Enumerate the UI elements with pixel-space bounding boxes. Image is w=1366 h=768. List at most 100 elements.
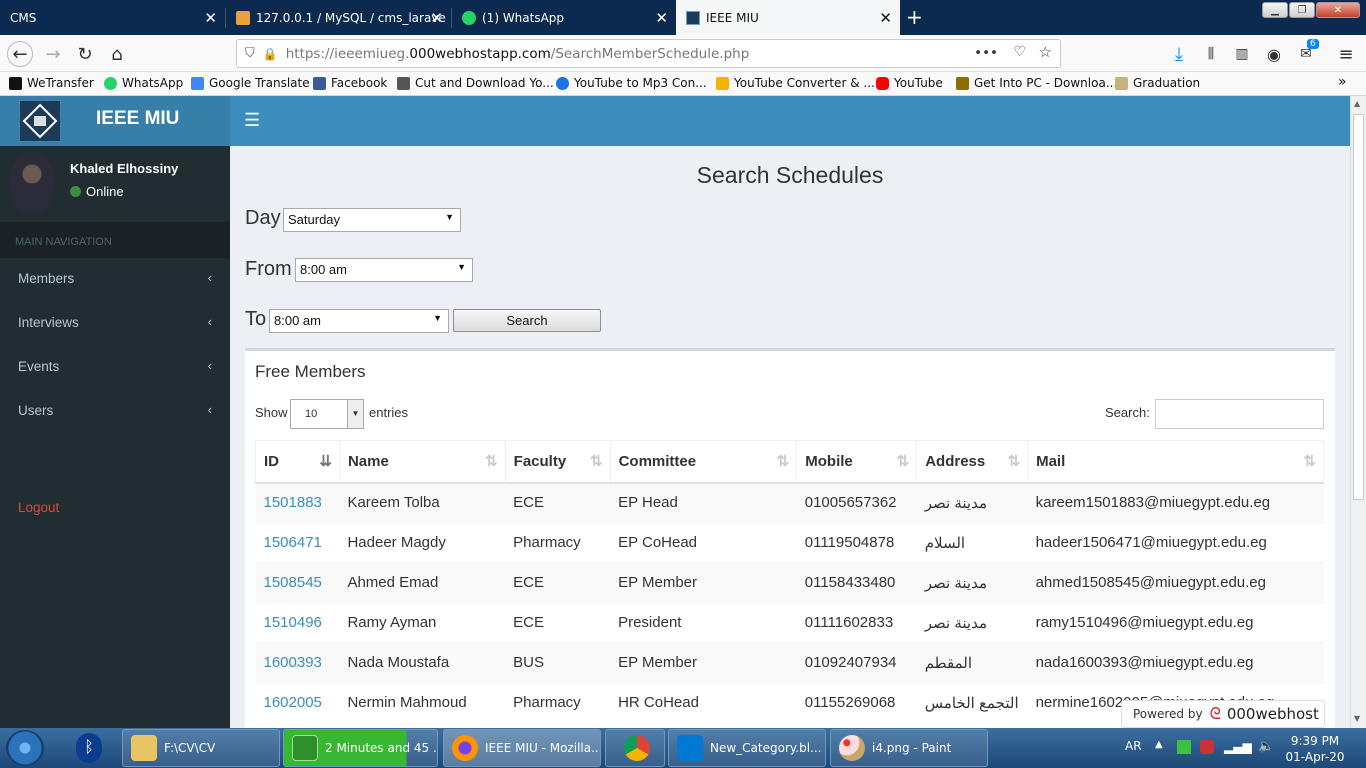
member-id-link[interactable]: 1508545 (255, 562, 340, 603)
bluetooth-icon[interactable]: ᛒ (76, 733, 102, 763)
close-tab-icon[interactable]: ✕ (879, 9, 892, 27)
table-search-label: Search: (1105, 405, 1150, 420)
cell-committee: EP Member (610, 562, 797, 603)
bookmark-youtube-mp3[interactable]: YouTube to Mp3 Con... (556, 76, 707, 90)
page-scrollbar[interactable]: ▲ ▼ (1350, 96, 1366, 728)
restore-icon[interactable]: ❐ (1289, 2, 1315, 18)
reload-icon[interactable]: ↻ (72, 41, 98, 67)
facebook-icon (313, 76, 326, 90)
sidebar-item-events[interactable]: Events ‹ (0, 346, 230, 390)
logo-area: IEEE MIU (0, 96, 230, 146)
bookmarks-overflow-icon[interactable]: » (1338, 74, 1347, 90)
forward-icon[interactable]: → (40, 41, 66, 67)
pocket-icon[interactable]: ♡ (1013, 44, 1026, 60)
webhost-brand: 000webhost (1226, 705, 1319, 723)
column-header-mobile[interactable]: Mobile ⇅ (796, 440, 918, 484)
cell-faculty: Pharmacy (505, 682, 611, 723)
bookmark-wetransfer[interactable]: WeTransfer (9, 76, 94, 90)
column-header-mail[interactable]: Mail ⇅ (1027, 440, 1324, 484)
sidebar: IEEE MIU Khaled Elhossiny Online MAIN NA… (0, 96, 230, 728)
ieee-logo-icon[interactable] (19, 100, 61, 142)
close-window-icon[interactable]: ✕ (1316, 2, 1360, 18)
tab-cms[interactable]: CMS ✕ (0, 0, 225, 35)
scroll-down-icon[interactable]: ▼ (1354, 714, 1360, 723)
start-button-icon[interactable] (6, 730, 44, 766)
member-id-link[interactable]: 1600393 (255, 642, 340, 683)
taskbar-item-explorer[interactable]: F:\CV\CV (122, 729, 280, 767)
library-icon[interactable]: ⫼ (1198, 41, 1224, 67)
search-button[interactable]: Search (453, 309, 601, 332)
language-indicator[interactable]: AR (1125, 739, 1142, 753)
powered-by-badge[interactable]: Powered by ᘓ 000webhost (1121, 700, 1325, 728)
bookmark-folder-graduation[interactable]: Graduation (1115, 76, 1200, 90)
column-label: ID (264, 452, 279, 470)
bookmark-youtube[interactable]: YouTube (876, 76, 943, 90)
sidebar-item-members[interactable]: Members ‹ (0, 258, 230, 302)
sidebar-icon[interactable]: ▥ (1229, 41, 1255, 67)
scrollbar-thumb[interactable] (1353, 114, 1364, 500)
bookmark-label: YouTube (894, 76, 943, 90)
day-select[interactable]: Saturday ▼ (283, 208, 461, 232)
bookmark-label: WhatsApp (122, 76, 184, 90)
cell-mail: kareem1501883@miuegypt.edu.eg (1027, 482, 1324, 523)
taskbar-item-firefox[interactable]: IEEE MIU - Mozilla... (443, 729, 601, 767)
bookmark-google-translate[interactable]: Google Translate (191, 76, 310, 90)
volume-icon[interactable]: 🔈 (1258, 739, 1274, 754)
brand-name[interactable]: IEEE MIU (96, 108, 179, 130)
bookmark-whatsapp[interactable]: WhatsApp (104, 76, 183, 90)
firefox-icon (452, 735, 478, 761)
home-icon[interactable]: ⌂ (104, 41, 130, 67)
taskbar-item-chrome[interactable] (605, 729, 665, 767)
taskbar-item-progress[interactable]: 2 Minutes and 45 ... (283, 729, 438, 767)
taskbar-item-vscode[interactable]: New_Category.bl... (668, 729, 826, 767)
page-actions-icon[interactable]: ••• (974, 45, 998, 61)
back-icon[interactable]: ← (7, 41, 33, 67)
taskbar-item-paint[interactable]: i4.png - Paint (830, 729, 988, 767)
user-panel: Khaled Elhossiny Online (0, 146, 230, 222)
menu-icon[interactable]: ≡ (1333, 41, 1359, 67)
column-header-address[interactable]: Address ⇅ (916, 440, 1029, 484)
minimize-icon[interactable]: ▁ (1262, 2, 1288, 18)
sidebar-item-label: Events (18, 359, 60, 374)
close-tab-icon[interactable]: ✕ (655, 9, 668, 27)
tray-security-icon[interactable] (1200, 740, 1214, 754)
sidebar-item-users[interactable]: Users ‹ (0, 390, 230, 434)
taskbar-item-label: New_Category.bl... (710, 741, 822, 755)
tab-ieee-miu[interactable]: IEEE MIU ✕ (676, 0, 900, 35)
to-select[interactable]: 8:00 am ▼ (269, 309, 449, 333)
member-id-link[interactable]: 1506471 (255, 522, 340, 563)
bookmark-youtube-converter[interactable]: YouTube Converter & ... (716, 76, 875, 90)
clock[interactable]: 9:39 PM 01-Apr-20 (1285, 733, 1345, 765)
bookmark-label: Get Into PC - Downloa... (974, 76, 1118, 90)
column-header-faculty[interactable]: Faculty ⇅ (504, 440, 611, 484)
member-id-link[interactable]: 1501883 (255, 482, 340, 523)
account-icon[interactable]: ◉ (1261, 41, 1287, 67)
show-hidden-icons-icon[interactable]: ▲ (1155, 739, 1163, 750)
logout-link[interactable]: Logout (18, 500, 59, 515)
address-bar[interactable]: ⛉ 🔒 https://ieeemiueg. 000webhostapp.com /… (236, 39, 1061, 68)
close-tab-icon[interactable]: ✕ (204, 9, 217, 27)
page-length-select[interactable]: 10 ▼ (290, 399, 364, 429)
bookmark-getintopc[interactable]: Get Into PC - Downloa... (956, 76, 1117, 90)
bookmark-cut-download[interactable]: Cut and Download Yo... (397, 76, 554, 90)
bookmark-star-icon[interactable]: ☆ (1039, 43, 1052, 61)
column-header-id[interactable]: ID ⇊ (255, 440, 340, 484)
column-header-committee[interactable]: Committee ⇅ (609, 440, 798, 484)
new-tab-icon[interactable]: + (906, 5, 923, 29)
member-id-link[interactable]: 1602005 (255, 682, 340, 723)
sidebar-toggle-icon[interactable]: ☰ (244, 110, 260, 131)
sidebar-item-interviews[interactable]: Interviews ‹ (0, 302, 230, 346)
scroll-up-icon[interactable]: ▲ (1354, 99, 1360, 108)
from-select[interactable]: 8:00 am ▼ (295, 258, 473, 282)
member-id-link[interactable]: 1510496 (255, 602, 340, 643)
bookmark-facebook[interactable]: Facebook (313, 76, 387, 90)
tray-app-icon[interactable] (1177, 740, 1191, 754)
network-icon[interactable]: ▂▄▆ (1224, 740, 1252, 754)
column-header-name[interactable]: Name ⇅ (338, 440, 506, 484)
column-label: Name (347, 452, 389, 470)
tab-phpmyadmin[interactable]: 127.0.0.1 / MySQL / cms_larave ✕ (226, 0, 451, 35)
downloads-icon[interactable]: ⤓ (1166, 41, 1192, 67)
close-tab-icon[interactable]: ✕ (430, 9, 443, 27)
tab-whatsapp[interactable]: (1) WhatsApp ✕ (452, 0, 676, 35)
table-search-input[interactable] (1155, 399, 1324, 429)
